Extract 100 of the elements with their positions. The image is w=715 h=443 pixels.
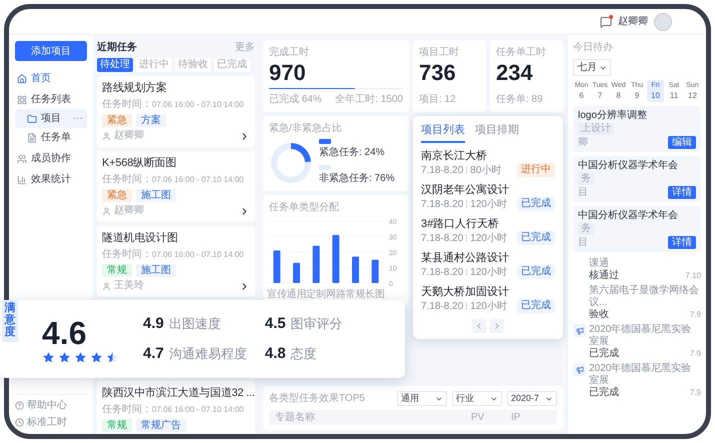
notice-date: 7.9 [690, 309, 701, 321]
nav-item[interactable]: 任务单 [15, 128, 87, 147]
message-icon[interactable] [600, 16, 612, 28]
day-number: 6 [579, 91, 584, 101]
notice-title[interactable]: 2020年德国慕尼黑实验室展 [589, 363, 701, 387]
status-badge: 已完成 [517, 264, 555, 278]
project-hours: 80小时 [470, 164, 502, 176]
task-tag: 紧急 [102, 114, 132, 127]
metric-label: 出图速度 [168, 314, 221, 332]
star-icon [106, 350, 119, 364]
task-title: 隧道机电设计图 [102, 231, 178, 246]
megaphone-icon [573, 363, 586, 376]
project-dates: 7.18-8.20 [421, 300, 464, 312]
filter-dropdown[interactable]: 行业 [452, 391, 502, 406]
project-name[interactable]: 3#路口人行天桥 [421, 216, 507, 232]
task-card[interactable]: 隧道机电设计图 任务时间：07.06 16:00 - 07.10 14:00 常规 施工图 王美玲 [97, 226, 255, 297]
task-tag: 施工图 [136, 264, 176, 277]
section-title: 近期任务 [97, 40, 137, 55]
nav-item[interactable]: 首页 [15, 69, 87, 88]
notice-title[interactable]: 2020年德国慕尼黑实验室展 [589, 324, 701, 348]
notice-date: 7.10 [685, 270, 701, 282]
notice-title[interactable]: 课通 [589, 258, 701, 270]
bar [372, 260, 379, 283]
task-tag: 紧急 [102, 189, 132, 202]
footer-link[interactable]: 标准工时 [15, 415, 87, 430]
nav-label: 成员协作 [31, 152, 71, 166]
megaphone-icon [573, 324, 586, 337]
todo-person: 卿 [578, 136, 588, 148]
project-name[interactable]: 南京长江大桥 [421, 148, 502, 164]
todo-title: logo分辨率调整 [578, 109, 648, 122]
todo-action-button[interactable]: 编辑 [668, 136, 696, 149]
project-name[interactable]: 某县通村公路设计 [421, 250, 509, 266]
assignee-name: 赵卿卿 [114, 205, 144, 217]
task-card[interactable]: 陕西汉中市滨江大道与国道32 ... 任务时间：07.06 16:00 - 07.10 14:00 常规 常规广告 [97, 381, 255, 434]
metric-score: 4.9 [143, 314, 164, 334]
todo-tag: 务 [578, 173, 594, 185]
folder-icon [27, 114, 37, 124]
todo-action-button[interactable]: 详情 [668, 236, 696, 249]
bar [293, 262, 300, 283]
task-tag: 常规广告 [136, 419, 186, 432]
person-icon [102, 282, 111, 290]
document-icon [27, 132, 37, 142]
task-tag: 常规 [102, 264, 132, 277]
month-dropdown[interactable]: 七月 [573, 59, 611, 76]
nav-label: 项目 [41, 112, 61, 126]
metric-score: 4.5 [264, 314, 286, 334]
notice-date: 7.9 [690, 387, 701, 399]
footer-link[interactable]: 帮助中心 [15, 398, 87, 413]
day-number: 9 [634, 91, 640, 101]
clock-icon [15, 418, 24, 427]
stat-label: 完成工时 [269, 46, 310, 60]
todo-person: 目 [578, 186, 588, 198]
project-name[interactable]: 天鹅大桥加固设计 [421, 284, 509, 300]
filter-dropdown[interactable]: 2020-7 [507, 391, 557, 406]
nav-label: 任务单 [41, 130, 71, 145]
add-project-button[interactable]: 添加项目 [15, 41, 87, 61]
filter-dropdown[interactable]: 通用 [397, 391, 447, 406]
project-hours: 120小时 [470, 232, 507, 244]
legend-label: 非紧急任务: 76% [319, 172, 395, 186]
status-badge: 已完成 [517, 298, 555, 312]
stat-note: 全年工时: 1500 [335, 92, 403, 107]
stat-label: 项目工时 [419, 46, 460, 60]
project-tab[interactable]: 项目列表 [421, 122, 465, 142]
nav-item[interactable]: 项目 ··· [15, 109, 87, 128]
day-number: 7 [598, 91, 602, 101]
task-card[interactable]: K+568纵断面图 任务时间：07.06 16:00 - 07.10 14:00 紧急 施工图 赵卿卿 [97, 151, 255, 222]
card-title: 紧急/非紧急占比 [269, 122, 343, 136]
task-time: 任务时间：07.06 16:00 - 07.10 14:00 [102, 99, 245, 111]
project-dates: 7.18-8.20 [421, 198, 464, 210]
category-label: 宣传 [267, 289, 287, 300]
nav-label: 任务列表 [31, 92, 71, 107]
status-badge: 已完成 [517, 196, 555, 210]
more-menu[interactable]: ··· [73, 114, 83, 124]
day-number: 12 [688, 91, 697, 101]
nav-item[interactable]: 效果统计 [15, 170, 87, 189]
project-hours: 120小时 [470, 198, 507, 210]
task-tag: 施工图 [136, 189, 176, 202]
task-tag: 常规 [102, 419, 132, 432]
category-label: 网路 [326, 289, 346, 300]
stat-value: 970 [269, 60, 307, 86]
grid-icon [17, 94, 27, 104]
metric-label: 图审评分 [290, 314, 343, 332]
nav-item[interactable]: 任务列表 [15, 90, 87, 109]
task-time: 任务时间：07.06 16:00 - 07.10 14:00 [102, 404, 245, 416]
project-name[interactable]: 汉阴老年公寓设计 [421, 182, 509, 198]
project-tab[interactable]: 项目排期 [475, 122, 519, 142]
task-tag: 方案 [136, 114, 166, 127]
task-time: 任务时间：07.06 16:00 - 07.10 14:00 [102, 249, 245, 261]
star-icon [58, 350, 71, 364]
stat-note: 已完成 64% [269, 92, 322, 107]
bar [352, 256, 359, 283]
metric-score: 4.7 [143, 344, 164, 364]
footer-label: 标准工时 [27, 416, 67, 430]
card-title: 任务单类型分配 [268, 200, 340, 215]
task-card[interactable]: 路线规划方案 任务时间：07.06 16:00 - 07.10 14:00 紧急 方案 赵卿卿 [97, 76, 255, 147]
nav-item[interactable]: 成员协作 [15, 149, 87, 168]
filter-tab[interactable]: 待处理 [97, 58, 133, 72]
notice-title[interactable]: 第六届电子显微学网络会议... [589, 285, 701, 309]
assignee-name: 王美玲 [114, 280, 144, 292]
todo-action-button[interactable]: 详情 [668, 186, 696, 199]
